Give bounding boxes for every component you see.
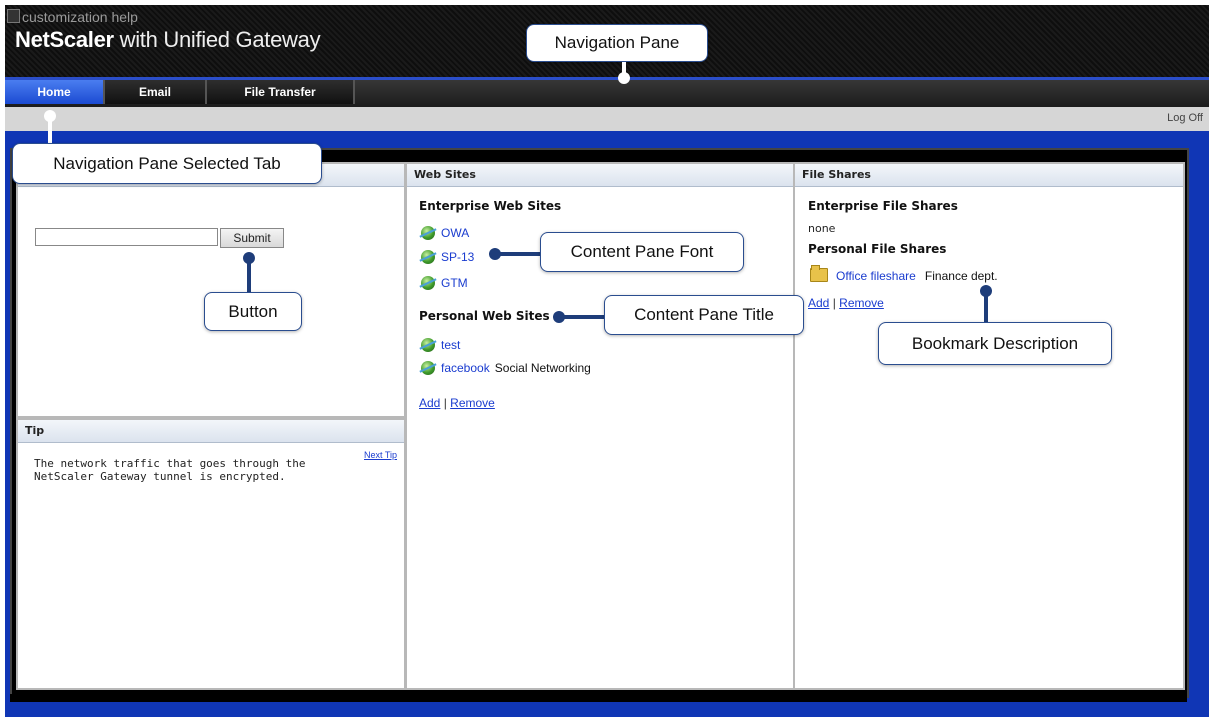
callout-dot	[618, 72, 630, 84]
tab-file-transfer[interactable]: File Transfer	[207, 80, 355, 104]
web-link-gtm[interactable]: GTM	[441, 276, 468, 290]
list-item: GTM	[421, 272, 468, 291]
callout-connector	[984, 291, 988, 323]
personal-web-sites-heading: Personal Web Sites	[419, 309, 550, 323]
callout-content-title: Content Pane Title	[604, 295, 804, 335]
brand-bold: NetScaler	[15, 27, 114, 52]
list-item: test	[421, 334, 460, 353]
tip-text: The network traffic that goes through th…	[34, 457, 306, 483]
enterprise-file-shares-empty: none	[808, 222, 836, 235]
callout-button: Button	[204, 292, 302, 331]
file-shares-actions: Add | Remove	[808, 296, 884, 310]
folder-icon	[810, 265, 828, 282]
callout-connector	[495, 252, 541, 256]
search-input[interactable]	[35, 228, 218, 246]
next-tip-link[interactable]: Next Tip	[364, 450, 397, 460]
separator: |	[443, 396, 447, 410]
remove-web-site-link[interactable]: Remove	[450, 396, 495, 410]
broken-image-alt: customization help	[22, 9, 138, 25]
file-shares-title: File Shares	[795, 164, 1183, 187]
search-panel	[16, 162, 406, 418]
list-item: OWA	[421, 222, 469, 241]
tab-home[interactable]: Home	[5, 80, 105, 104]
enterprise-web-sites-heading: Enterprise Web Sites	[419, 199, 562, 213]
brand-logo: NetScaler with Unified Gateway	[15, 27, 321, 53]
callout-bookmark-description: Bookmark Description	[878, 322, 1112, 365]
globe-icon	[421, 361, 435, 375]
logoff-bar: Log Off	[5, 107, 1209, 131]
enterprise-file-shares-heading: Enterprise File Shares	[808, 199, 958, 213]
callout-content-font: Content Pane Font	[540, 232, 744, 272]
tip-panel-title: Tip	[18, 420, 404, 443]
tab-email[interactable]: Email	[105, 80, 207, 104]
web-link-facebook[interactable]: facebook	[441, 361, 490, 375]
callout-connector	[247, 258, 251, 293]
globe-icon	[421, 338, 435, 352]
web-sites-actions: Add | Remove	[419, 396, 495, 410]
file-share-link-office[interactable]: Office fileshare	[836, 269, 916, 283]
separator: |	[832, 296, 836, 310]
submit-button[interactable]: Submit	[220, 228, 284, 248]
add-file-share-link[interactable]: Add	[808, 296, 829, 310]
add-web-site-link[interactable]: Add	[419, 396, 440, 410]
brand-rest: with Unified Gateway	[113, 27, 321, 52]
list-item: facebook Social Networking	[421, 357, 591, 376]
list-item: SP-13	[421, 246, 474, 265]
remove-file-share-link[interactable]: Remove	[839, 296, 884, 310]
globe-icon	[421, 250, 435, 264]
callout-connector	[559, 315, 605, 319]
callout-navigation-pane: Navigation Pane	[526, 24, 708, 62]
web-link-sp13[interactable]: SP-13	[441, 250, 474, 264]
globe-icon	[421, 276, 435, 290]
globe-icon	[421, 226, 435, 240]
personal-file-shares-heading: Personal File Shares	[808, 242, 947, 256]
web-link-owa[interactable]: OWA	[441, 226, 469, 240]
logoff-link[interactable]: Log Off	[1167, 112, 1203, 124]
callout-selected-tab: Navigation Pane Selected Tab	[12, 143, 322, 184]
list-item: Office fileshare Finance dept.	[810, 265, 998, 284]
callout-connector	[48, 114, 52, 144]
web-sites-title: Web Sites	[407, 164, 793, 187]
footer-bar	[10, 694, 1187, 702]
web-link-test[interactable]: test	[441, 338, 460, 352]
bookmark-description: Social Networking	[494, 361, 591, 375]
bookmark-description: Finance dept.	[924, 269, 998, 283]
broken-image-icon	[7, 9, 20, 23]
customization-image: customization help	[7, 9, 138, 25]
